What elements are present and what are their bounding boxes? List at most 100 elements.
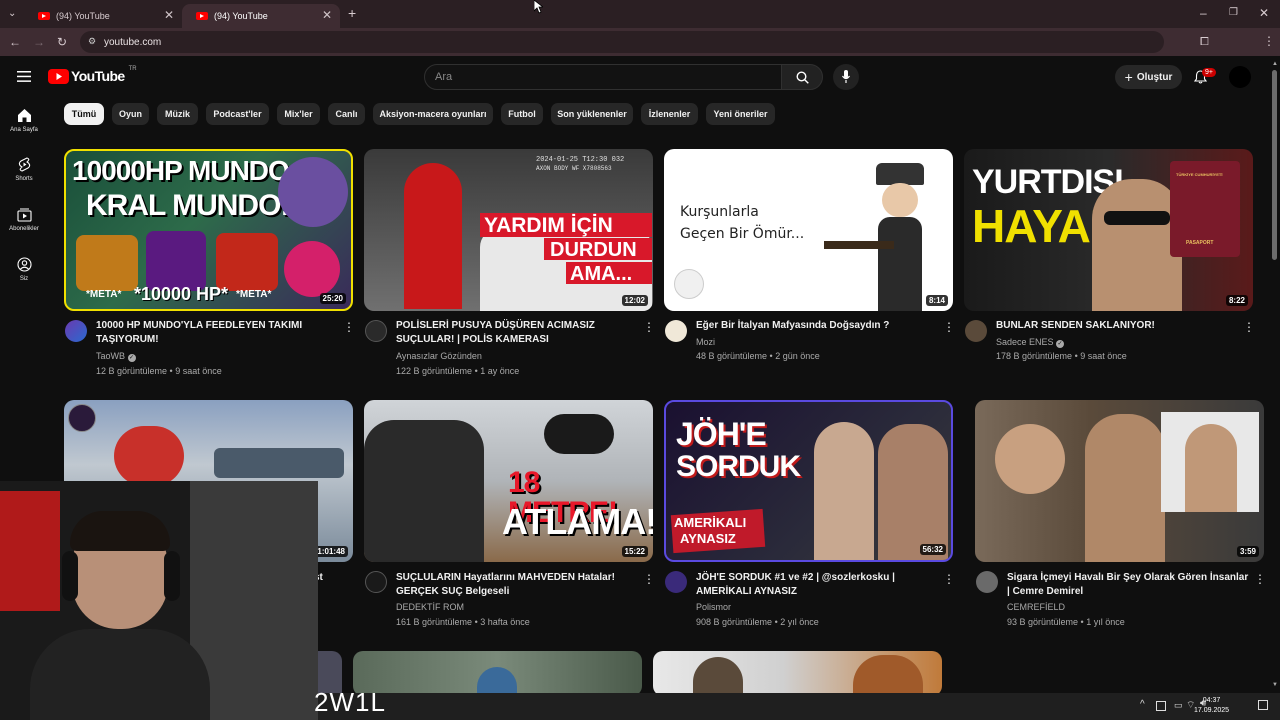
youtube-logo-text: YouTube xyxy=(71,68,125,84)
voice-search-button[interactable] xyxy=(833,64,859,90)
chip-watched[interactable]: İzlenenler xyxy=(641,103,698,125)
more-actions-icon[interactable]: ⋮ xyxy=(643,320,655,334)
channel-name[interactable]: Mozi xyxy=(696,337,715,347)
forward-icon[interactable]: → xyxy=(33,35,45,49)
channel-name[interactable]: Sadece ENES ✓ xyxy=(996,337,1065,348)
video-title[interactable]: JÖH'E SORDUK #1 ve #2 | @sozlerkosku | A… xyxy=(696,571,928,599)
search-button[interactable] xyxy=(781,64,823,90)
scroll-up-arrow-icon[interactable]: ▲ xyxy=(1272,61,1278,67)
video-thumbnail[interactable]: 2024-01-25 T12:30 032 AXON BODY WF X7808… xyxy=(364,149,653,311)
more-actions-icon[interactable]: ⋮ xyxy=(1243,320,1255,334)
video-duration: 8:14 xyxy=(925,295,948,306)
tray-app-icon[interactable] xyxy=(1156,701,1166,711)
video-title[interactable]: Sigara İçmeyi Havalı Bir Şey Olarak Göre… xyxy=(1007,571,1253,599)
minimize-icon[interactable]: – xyxy=(1200,6,1207,20)
video-thumbnail[interactable]: 18 METRE! ATLAMA! 15:22 xyxy=(364,400,653,562)
thumbnail-item xyxy=(76,235,138,291)
sidebar-item-you[interactable]: Siz xyxy=(0,257,48,282)
clock-time: 04:37 xyxy=(1202,697,1221,704)
channel-name[interactable]: Polismor xyxy=(696,602,731,612)
youtube-logo[interactable]: YouTube TR xyxy=(48,66,137,84)
browser-tab-active[interactable]: (94) YouTube ✕ xyxy=(182,4,340,28)
video-duration: 12:02 xyxy=(621,295,648,306)
sidebar-item-label: Ana Sayfa xyxy=(10,127,38,133)
video-thumbnail[interactable]: YURTDIŞI HAYALİ TÜRKİYE CUMHURİYETİ PASA… xyxy=(964,149,1253,311)
video-title[interactable]: 10000 HP MUNDO'YLA FEEDLEYEN TAKIMI TAŞI… xyxy=(96,319,328,347)
youtube-favicon-icon xyxy=(38,12,50,20)
channel-name[interactable]: CEMREFİELD xyxy=(1007,602,1065,612)
chip-gaming[interactable]: Oyun xyxy=(112,103,149,125)
video-thumbnail[interactable]: 10000HP MUNDO KRAL MUNDO! *META* *10000 … xyxy=(64,149,353,311)
chip-action-adventure[interactable]: Aksiyon-macera oyunları xyxy=(373,103,493,125)
video-title-line: SUÇLULARIN Hayatlarını MAHVEDEN Hatalar! xyxy=(396,572,615,583)
video-thumbnail[interactable]: 3:59 xyxy=(975,400,1264,562)
menu-hamburger-icon[interactable] xyxy=(17,71,31,82)
scroll-down-arrow-icon[interactable]: ▼ xyxy=(1272,682,1278,688)
video-title[interactable]: BUNLAR SENDEN SAKLANIYOR! xyxy=(996,319,1228,333)
create-button[interactable]: + Oluştur xyxy=(1115,65,1182,89)
thumbnail-text: JÖH'E xyxy=(676,416,767,452)
network-icon[interactable]: ▭ xyxy=(1174,700,1183,711)
window-close-icon[interactable]: ✕ xyxy=(1259,6,1269,20)
chip-podcasts[interactable]: Podcast'ler xyxy=(206,103,269,125)
reload-icon[interactable]: ↻ xyxy=(57,35,67,49)
more-actions-icon[interactable]: ⋮ xyxy=(943,320,955,334)
video-title[interactable]: Eğer Bir İtalyan Mafyasında Doğsaydın ? xyxy=(696,319,928,333)
extensions-puzzle-icon[interactable]: ⧠ xyxy=(1200,35,1209,49)
video-meta: 178 B görüntüleme • 9 saat önce xyxy=(996,351,1127,361)
video-thumbnail[interactable] xyxy=(353,651,642,696)
channel-avatar[interactable] xyxy=(365,571,387,593)
chip-music[interactable]: Müzik xyxy=(157,103,198,125)
video-thumbnail[interactable]: JÖH'E SORDUK AMERİKALI AYNASIZ 56:32 xyxy=(664,400,953,562)
taskbar-clock[interactable]: 04:37 17.09.2025 xyxy=(1194,696,1229,716)
search-input[interactable]: Ara xyxy=(424,64,782,90)
more-actions-icon[interactable]: ⋮ xyxy=(943,572,955,586)
channel-name[interactable]: Aynasızlar Gözünden xyxy=(396,351,482,361)
browser-tab[interactable]: (94) YouTube ✕ xyxy=(24,4,182,28)
address-bar[interactable]: ⚙ youtube.com xyxy=(80,31,1164,53)
sidebar-item-subscriptions[interactable]: Abonelikler xyxy=(0,207,48,232)
channel-avatar[interactable] xyxy=(665,320,687,342)
sidebar-item-home[interactable]: Ana Sayfa xyxy=(0,108,48,133)
thumbnail-text: AYNASIZ xyxy=(680,531,736,546)
channel-avatar[interactable] xyxy=(65,320,87,342)
channel-name[interactable]: DEDEKTİF ROM xyxy=(396,602,464,612)
account-avatar[interactable] xyxy=(1229,66,1251,88)
thumbnail-text: AMA... xyxy=(570,263,633,285)
back-icon[interactable]: ← xyxy=(9,35,21,49)
tray-chevron-icon[interactable]: ^ xyxy=(1140,699,1145,710)
video-thumbnail[interactable]: Kurşunlarla Geçen Bir Ömür... 8:14 xyxy=(664,149,953,311)
chip-new-to-you[interactable]: Yeni öneriler xyxy=(706,103,775,125)
site-info-icon[interactable]: ⚙ xyxy=(88,36,96,47)
chip-all[interactable]: Tümü xyxy=(64,103,104,125)
more-actions-icon[interactable]: ⋮ xyxy=(1254,572,1266,586)
channel-avatar[interactable] xyxy=(665,571,687,593)
new-tab-button[interactable]: + xyxy=(348,6,356,20)
chip-recently-uploaded[interactable]: Son yüklenenler xyxy=(551,103,633,125)
sidebar-item-shorts[interactable]: Shorts xyxy=(0,157,48,182)
browser-menu-icon[interactable]: ⋮ xyxy=(1263,34,1275,48)
video-thumbnail[interactable] xyxy=(653,651,942,696)
channel-avatar[interactable] xyxy=(365,320,387,342)
channel-name[interactable]: TaoWB ✓ xyxy=(96,351,136,362)
thumbnail-sunglasses xyxy=(1104,211,1170,225)
chip-mixes[interactable]: Mix'ler xyxy=(277,103,320,125)
video-meta: 12 B görüntüleme • 9 saat önce xyxy=(96,366,222,376)
more-actions-icon[interactable]: ⋮ xyxy=(643,572,655,586)
more-actions-icon[interactable]: ⋮ xyxy=(343,320,355,334)
tab-close-icon[interactable]: ✕ xyxy=(164,8,174,22)
chip-live[interactable]: Canlı xyxy=(328,103,365,125)
channel-avatar[interactable] xyxy=(965,320,987,342)
channel-avatar[interactable] xyxy=(976,571,998,593)
video-title-line: POLİSLERİ PUSUYA DÜŞÜREN ACIMASIZ xyxy=(396,320,595,331)
restore-icon[interactable]: ❐ xyxy=(1229,6,1238,20)
notifications-badge: 9+ xyxy=(1202,68,1216,77)
video-title[interactable]: SUÇLULARIN Hayatlarını MAHVEDEN Hatalar!… xyxy=(396,571,628,599)
notification-center-icon[interactable] xyxy=(1258,700,1268,710)
tab-close-icon[interactable]: ✕ xyxy=(322,8,332,22)
video-title[interactable]: POLİSLERİ PUSUYA DÜŞÜREN ACIMASIZ SUÇLUL… xyxy=(396,319,628,347)
subscriptions-icon xyxy=(16,208,32,222)
page-scrollbar-thumb[interactable] xyxy=(1272,70,1277,260)
chip-football[interactable]: Futbol xyxy=(501,103,543,125)
tab-search-icon[interactable]: ⌄ xyxy=(8,7,16,21)
